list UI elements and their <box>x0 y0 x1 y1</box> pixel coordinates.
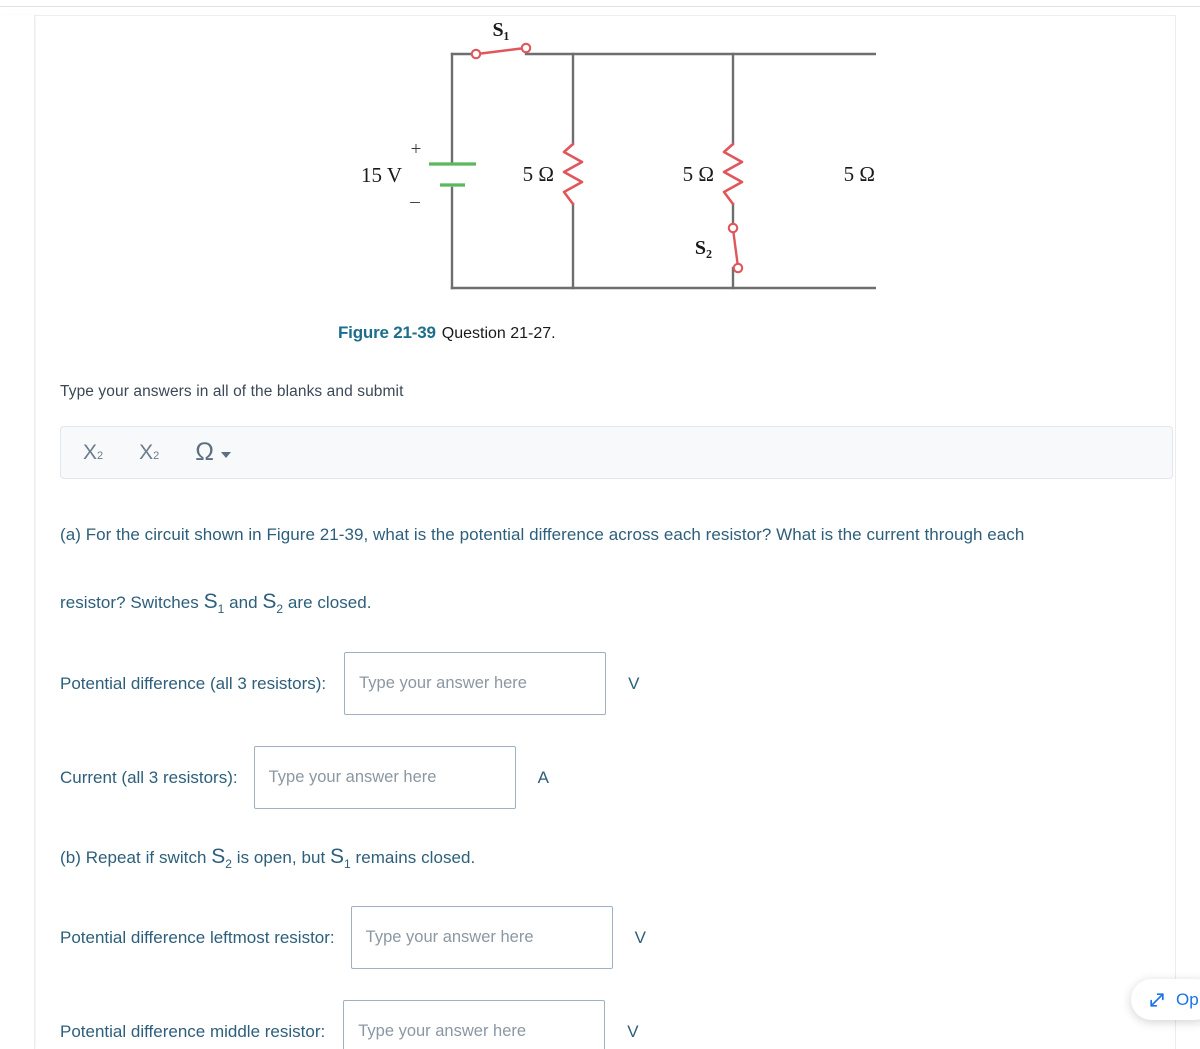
switch-s2-label: S₂ <box>695 237 712 259</box>
subscript-button[interactable]: X2 <box>83 442 103 463</box>
answer-label-potential-difference-all: Potential difference (all 3 resistors): <box>60 673 327 693</box>
question-part-a-line1: (a) For the circuit shown in Figure 21-3… <box>60 525 1025 544</box>
question-part-a-line2: resistor? Switches S1 and S2 are closed. <box>60 588 760 617</box>
battery-minus-sign: – <box>409 191 420 212</box>
left-gutter-divider <box>0 15 35 1049</box>
circuit-figure: + – 15 V S₁ 5 Ω 5 Ω S₂ 5 Ω <box>316 16 876 346</box>
unit-volts-2: V <box>634 927 646 947</box>
potential-difference-all-input[interactable] <box>344 652 607 715</box>
unit-amperes: A <box>537 767 549 787</box>
answer-row-potential-difference-leftmost: Potential difference leftmost resistor: … <box>60 906 646 969</box>
potential-difference-middle-input[interactable] <box>343 1000 606 1049</box>
qa-l2-mid: and <box>224 593 263 612</box>
qa-l2-pre: resistor? Switches <box>60 593 204 612</box>
resistor-left <box>562 142 584 206</box>
superscript-button[interactable]: X2 <box>139 442 159 463</box>
superscript-button-label: X <box>139 441 154 464</box>
answer-row-current-all: Current (all 3 resistors): A <box>60 746 549 809</box>
circuit-wires <box>450 52 876 290</box>
qa-switch-var-1: S1 <box>203 590 225 616</box>
answer-label-current-all: Current (all 3 resistors): <box>60 767 238 787</box>
qb-s2-base: S <box>211 845 226 868</box>
qa-switch-var-2: S2 <box>262 590 283 616</box>
qa-l2-post: are closed. <box>283 593 372 612</box>
battery-symbol <box>429 162 476 187</box>
expand-icon <box>1150 992 1164 1007</box>
right-gutter-divider <box>1175 15 1200 1049</box>
figure-number: Figure 21-39 <box>338 323 436 342</box>
answer-label-potential-difference-leftmost: Potential difference leftmost resistor: <box>60 927 335 947</box>
qa-s2-base: S <box>262 590 277 613</box>
qb-s2-sub: 2 <box>225 857 232 872</box>
question-part-b: (b) Repeat if switch S2 is open, but S1 … <box>60 843 760 872</box>
instruction-text: Type your answers in all of the blanks a… <box>60 383 404 400</box>
switch-s1 <box>470 42 532 60</box>
source-voltage-label: 15 V <box>361 163 402 187</box>
circuit-diagram-svg: + – 15 V S₁ 5 Ω 5 Ω S₂ 5 Ω <box>361 19 876 290</box>
switch-s1-label: S₁ <box>492 19 509 41</box>
omega-icon: Ω <box>195 438 214 466</box>
potential-difference-leftmost-input[interactable] <box>350 906 613 969</box>
answer-row-potential-difference-all: Potential difference (all 3 resistors): … <box>60 652 639 715</box>
qb-switch-var-1: S2 <box>211 845 232 872</box>
answer-label-potential-difference-middle: Potential difference middle resistor: <box>60 1021 326 1041</box>
subscript-button-sub: 2 <box>97 450 104 462</box>
editor-toolbar: X2 X2 Ω <box>60 426 1173 479</box>
figure-caption: Figure 21-39 Question 21-27. <box>338 323 556 343</box>
page-root: + – 15 V S₁ 5 Ω 5 Ω S₂ 5 Ω Figure 21-39 … <box>0 0 1200 1049</box>
qb-post: remains closed. <box>350 848 476 867</box>
qb-s1-base: S <box>330 845 345 868</box>
chevron-down-icon <box>220 451 231 458</box>
resistor-right-label: 5 Ω <box>844 162 875 186</box>
answer-row-potential-difference-middle: Potential difference middle resistor: V <box>60 1000 639 1049</box>
top-chrome-rule <box>0 6 1200 7</box>
qb-s1-sub: 1 <box>344 857 351 872</box>
open-overlay-button[interactable]: Op <box>1131 979 1200 1020</box>
unit-volts-3: V <box>627 1021 639 1041</box>
qb-pre: (b) Repeat if switch <box>60 848 212 867</box>
qb-switch-var-2: S1 <box>330 845 351 872</box>
superscript-button-sup: 2 <box>153 450 160 462</box>
figure-question-ref: Question 21-27. <box>441 325 556 342</box>
unit-volts-1: V <box>628 673 640 693</box>
resistor-left-label: 5 Ω <box>523 162 554 186</box>
special-character-dropdown[interactable]: Ω <box>195 440 231 465</box>
subscript-button-label: X <box>83 441 98 464</box>
content-area: + – 15 V S₁ 5 Ω 5 Ω S₂ 5 Ω Figure 21-39 … <box>36 16 1175 1049</box>
resistor-middle <box>722 142 744 206</box>
switch-s2 <box>727 222 744 274</box>
qb-mid: is open, but <box>231 848 331 867</box>
resistor-middle-label: 5 Ω <box>683 162 714 186</box>
open-overlay-label: Op <box>1176 989 1199 1009</box>
qa-s1-base: S <box>203 590 218 613</box>
current-all-input[interactable] <box>253 746 516 809</box>
battery-plus-sign: + <box>411 139 422 160</box>
